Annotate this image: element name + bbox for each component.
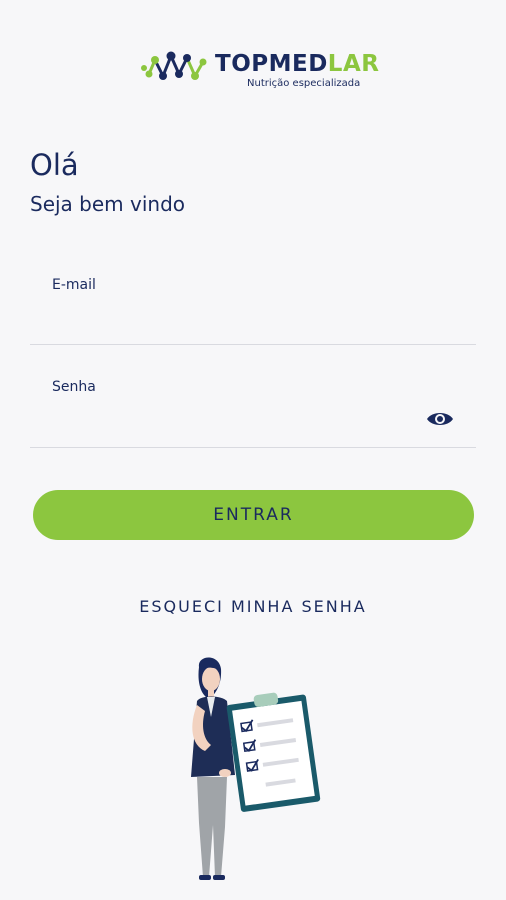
password-label: Senha <box>52 379 96 395</box>
password-field[interactable] <box>30 408 424 440</box>
greeting-subtitle: Seja bem vindo <box>30 192 186 216</box>
brand-logo: TOPMEDLAR Nutrição especializada <box>141 46 379 92</box>
email-underline <box>30 344 476 345</box>
password-underline <box>30 447 476 448</box>
woman-with-checklist-illustration <box>191 657 321 880</box>
brand-tagline: Nutrição especializada <box>247 78 361 89</box>
login-button[interactable]: ENTRAR <box>33 490 474 540</box>
forgot-password-link[interactable]: ESQUECI MINHA SENHA <box>0 597 506 616</box>
logo-molecule-icon <box>141 51 207 80</box>
email-field[interactable] <box>30 308 480 340</box>
greeting-title: Olá <box>30 148 79 182</box>
eye-icon[interactable] <box>426 408 454 430</box>
email-label: E-mail <box>52 277 96 293</box>
brand-name: TOPMEDLAR <box>215 51 380 77</box>
